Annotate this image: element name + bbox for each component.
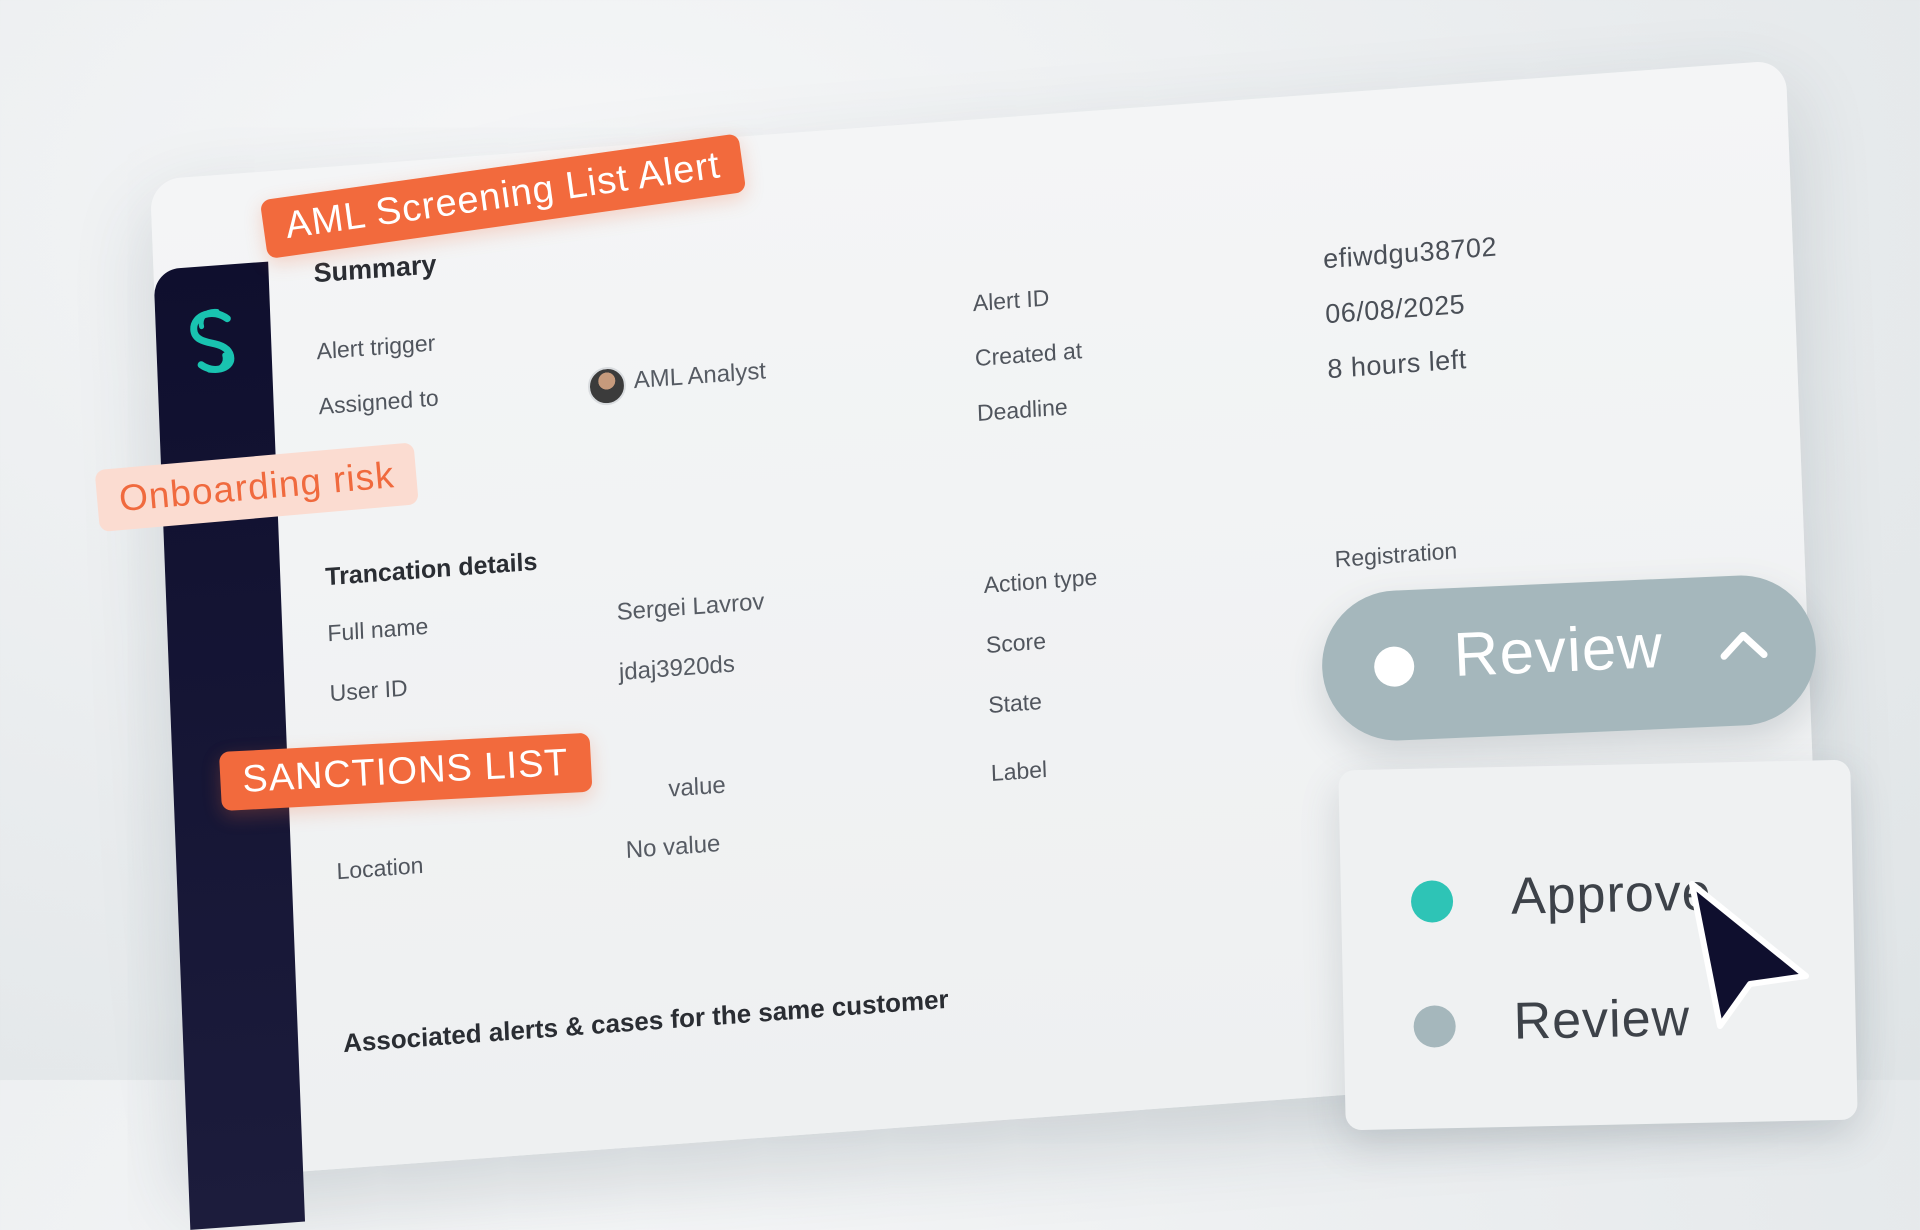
alert-trigger-label: Alert trigger bbox=[316, 329, 436, 365]
action-type-label: Action type bbox=[983, 563, 1098, 599]
stage: Summary Alert trigger Assigned to AML An… bbox=[0, 0, 1920, 1230]
review-dot-icon bbox=[1413, 1005, 1457, 1048]
deadline-label: Deadline bbox=[976, 393, 1069, 427]
registration-label: Registration bbox=[1334, 537, 1458, 573]
company-logo-icon bbox=[190, 308, 235, 373]
score-label: Score bbox=[985, 627, 1047, 659]
full-name-label: Full name bbox=[326, 612, 429, 647]
location-value: No value bbox=[625, 830, 721, 864]
status-select[interactable]: Review bbox=[1318, 572, 1820, 744]
state-label: State bbox=[987, 688, 1043, 719]
sidebar bbox=[153, 261, 306, 1230]
label-label: Label bbox=[990, 755, 1048, 787]
hidden-field-value: value bbox=[667, 771, 727, 803]
full-name-value: Sergei Lavrov bbox=[616, 588, 765, 626]
associated-alerts-heading: Associated alerts & cases for the same c… bbox=[342, 983, 950, 1059]
created-at-value: 06/08/2025 bbox=[1324, 289, 1466, 330]
created-at-label: Created at bbox=[974, 337, 1083, 372]
approve-dot-icon bbox=[1410, 880, 1454, 923]
assigned-to-label: Assigned to bbox=[318, 384, 440, 420]
status-option-label: Approve bbox=[1510, 863, 1713, 926]
location-label: Location bbox=[336, 851, 424, 885]
mouse-pointer-icon bbox=[1689, 881, 1809, 1029]
status-select-label: Review bbox=[1452, 611, 1665, 690]
summary-title: Summary bbox=[313, 249, 437, 289]
chevron-up-icon bbox=[1720, 631, 1768, 660]
user-id-label: User ID bbox=[329, 674, 408, 707]
alert-id-value: efiwdgu38702 bbox=[1322, 231, 1498, 275]
user-id-value: jdaj3920ds bbox=[618, 650, 736, 686]
transaction-title: Trancation details bbox=[324, 547, 538, 592]
status-option-label: Review bbox=[1512, 989, 1691, 1051]
deadline-value: 8 hours left bbox=[1326, 344, 1468, 385]
status-dot-icon bbox=[1373, 645, 1416, 688]
avatar bbox=[587, 365, 627, 407]
alert-id-label: Alert ID bbox=[972, 284, 1050, 317]
assignee-name[interactable]: AML Analyst bbox=[633, 357, 766, 395]
